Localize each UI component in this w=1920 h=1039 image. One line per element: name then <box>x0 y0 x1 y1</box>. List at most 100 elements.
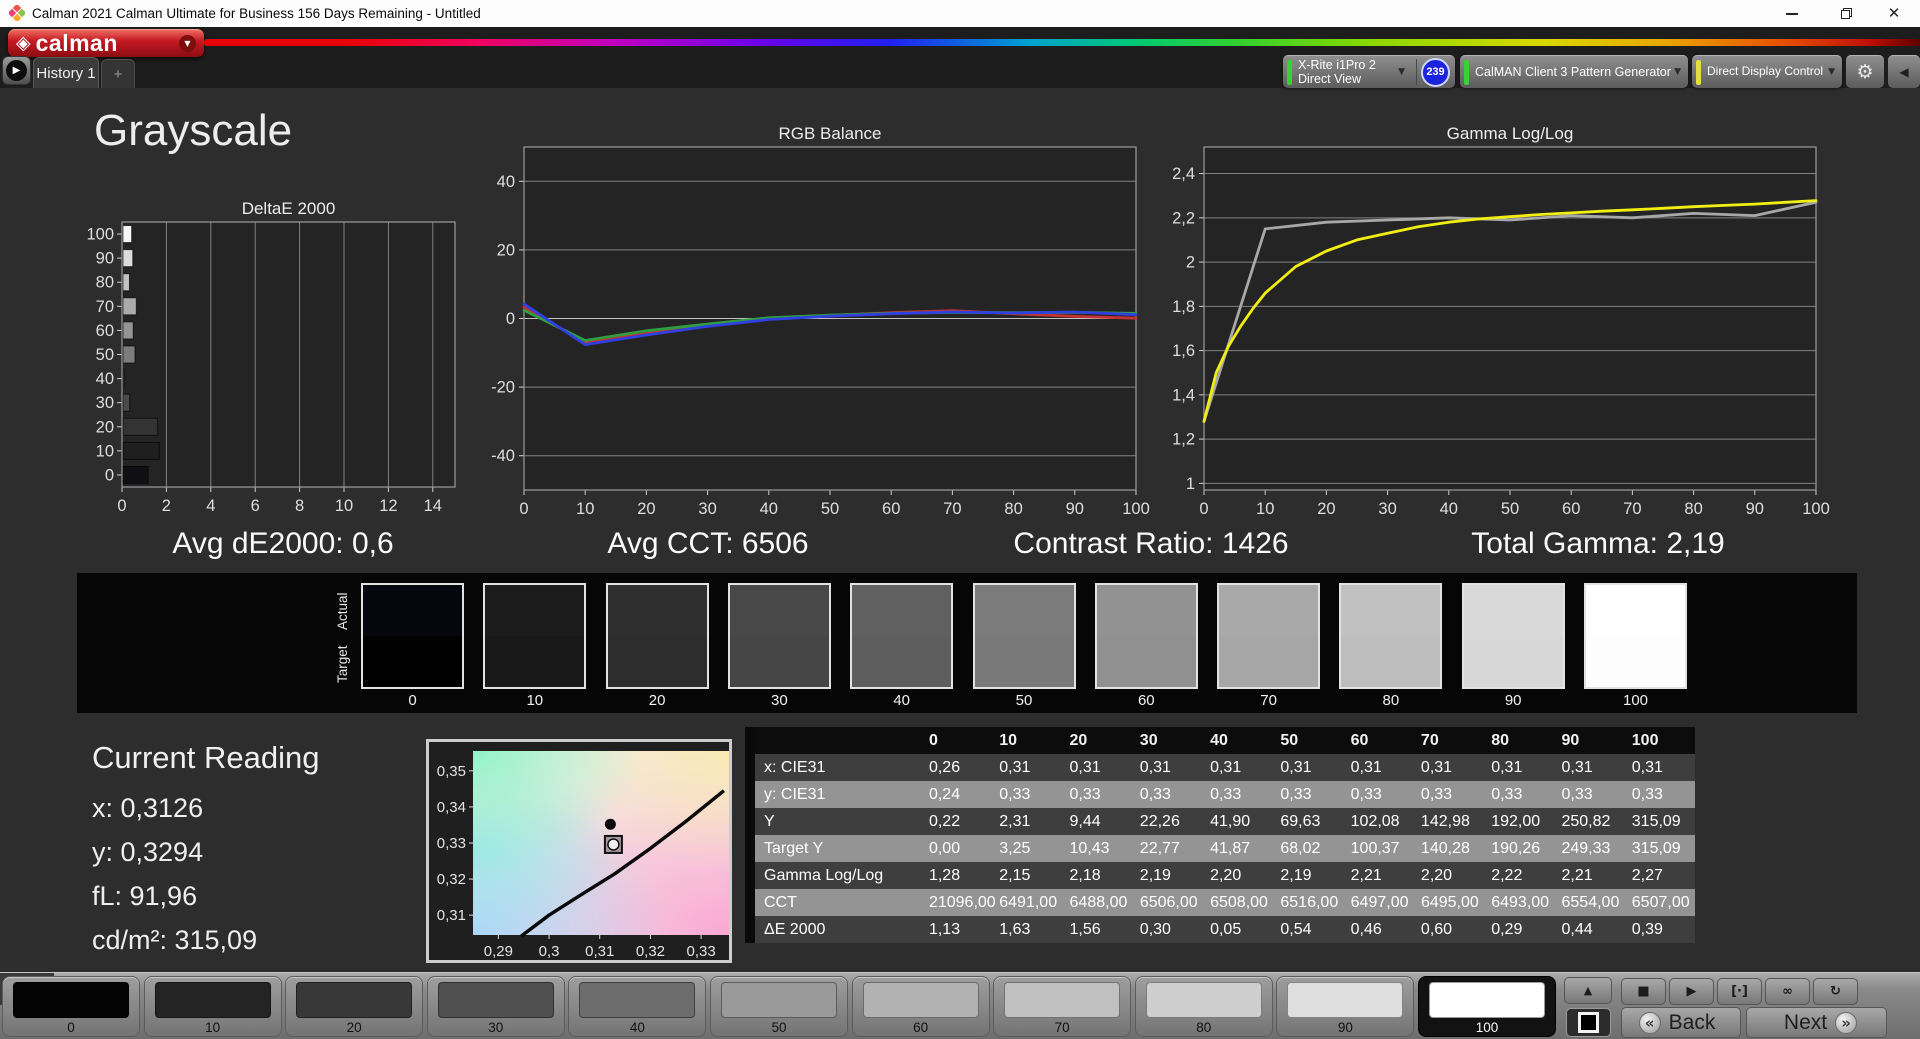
pattern-level-button-70[interactable]: 70 <box>993 976 1132 1037</box>
svg-text:0,31: 0,31 <box>437 907 466 924</box>
svg-text:0,29: 0,29 <box>484 943 513 960</box>
refresh-button[interactable]: ↻ <box>1813 978 1858 1005</box>
pattern-level-button-30[interactable]: 30 <box>426 976 565 1037</box>
pattern-level-button-40[interactable]: 40 <box>568 976 707 1037</box>
svg-text:40: 40 <box>760 500 778 518</box>
table-cell: 0,31 <box>1561 759 1593 776</box>
ramp-level-label: 90 <box>1504 692 1522 709</box>
stat-avg-de2000: Avg dE2000: 0,6 <box>172 527 394 560</box>
ramp-target-label: Target <box>335 645 350 683</box>
ramp-target-swatch <box>1219 636 1319 687</box>
table-row: Gamma Log/Log 1,28 2,15 2,18 2,19 2,20 2,19 2,2… <box>755 862 1695 889</box>
next-button[interactable]: Next » <box>1746 1007 1887 1038</box>
pattern-level-button-10[interactable]: 10 <box>143 976 282 1037</box>
table-cell: 140,28 <box>1420 840 1470 857</box>
svg-text:2: 2 <box>1186 254 1195 272</box>
pattern-up-button[interactable]: ▲ <box>1564 977 1612 1004</box>
close-button[interactable]: ✕ <box>1868 0 1920 27</box>
meter-mode: Direct View <box>1298 72 1361 86</box>
table-row: ΔE 2000 1,13 1,63 1,56 0,30 0,05 0,54 0,46 0,60 0… <box>755 916 1695 943</box>
table-cell: 0,31 <box>1210 759 1242 776</box>
pattern-generator-dropdown[interactable]: CalMAN Client 3 Pattern Generator ▼ <box>1460 55 1688 88</box>
table-cell: 22,26 <box>1139 813 1180 830</box>
pattern-level-swatch <box>579 982 696 1018</box>
svg-text:40: 40 <box>1440 500 1458 518</box>
pattern-level-button-100[interactable]: 100 <box>1418 976 1556 1037</box>
svg-text:10: 10 <box>335 497 353 515</box>
display-control-dropdown[interactable]: Direct Display Control ▼ <box>1692 55 1842 88</box>
stop-button[interactable]: ■ <box>1621 978 1666 1005</box>
add-tab-button[interactable]: + <box>101 59 135 88</box>
table-cell: 0,33 <box>1280 786 1312 803</box>
svg-text:1,2: 1,2 <box>1172 431 1195 449</box>
svg-text:90: 90 <box>1746 500 1764 518</box>
restore-button[interactable] <box>1820 0 1872 27</box>
chevron-down-icon: ▼ <box>1674 67 1681 77</box>
table-cell: 6554,00 <box>1561 894 1620 911</box>
deltae-bar-90 <box>122 249 134 268</box>
table-cell: 6491,00 <box>999 894 1058 911</box>
back-button[interactable]: « Back <box>1621 1007 1741 1038</box>
pattern-level-button-80[interactable]: 80 <box>1134 976 1273 1037</box>
table-cell: 2,21 <box>1561 867 1593 884</box>
svg-text:Gamma Log/Log: Gamma Log/Log <box>1447 124 1574 143</box>
collapse-toolbar-button[interactable]: ◀ <box>1888 55 1920 88</box>
table-cell: 0,24 <box>928 786 961 803</box>
table-column-header: 60 <box>1350 732 1369 749</box>
svg-text:1,8: 1,8 <box>1172 298 1195 316</box>
ramp-target-swatch <box>485 636 585 687</box>
play-icon: ▶ <box>6 60 27 81</box>
pattern-level-label: 60 <box>913 1020 929 1035</box>
chevron-left-icon: ◀ <box>1899 65 1909 79</box>
pattern-window-button[interactable] <box>1566 1008 1611 1037</box>
stat-total-gamma: Total Gamma: 2,19 <box>1471 527 1725 560</box>
meter-name: X-Rite i1Pro 2 <box>1298 57 1376 72</box>
play-button[interactable]: ▶ <box>1669 978 1714 1005</box>
history-panel-toggle-button[interactable]: ▶ <box>2 56 31 85</box>
pattern-level-button-0[interactable]: 0 <box>2 976 140 1037</box>
ramp-level-label: 50 <box>1015 692 1033 709</box>
settings-button[interactable]: ⚙ <box>1846 55 1884 88</box>
pattern-level-button-50[interactable]: 50 <box>710 976 848 1037</box>
table-cell: 6508,00 <box>1210 894 1268 911</box>
minimize-button[interactable] <box>1766 0 1818 27</box>
pattern-level-swatch <box>437 982 554 1018</box>
svg-text:1,4: 1,4 <box>1172 386 1195 404</box>
svg-text:0: 0 <box>105 466 114 484</box>
deltae-bar-80 <box>122 273 130 292</box>
calman-menu-button[interactable]: ◈ calman ▼ <box>8 29 204 57</box>
table-cell: 1,56 <box>1069 921 1101 938</box>
table-cell: 0,05 <box>1210 921 1242 938</box>
svg-text:20: 20 <box>637 500 655 518</box>
table-cell: 2,19 <box>1139 867 1171 884</box>
table-cell: 190,26 <box>1491 840 1541 857</box>
table-cell: 102,08 <box>1350 813 1400 830</box>
table-cell: 2,15 <box>999 867 1031 884</box>
svg-text:50: 50 <box>96 346 114 364</box>
table-column-header: 30 <box>1139 732 1158 749</box>
tab-history-1[interactable]: History 1 <box>33 57 99 88</box>
svg-text:RGB Balance: RGB Balance <box>779 124 882 143</box>
ramp-level-label: 70 <box>1260 692 1277 709</box>
window-title: Calman 2021 Calman Ultimate for Business… <box>32 6 481 21</box>
table-row-label: y: CIE31 <box>764 786 826 803</box>
svg-text:4: 4 <box>206 497 215 515</box>
meter-dropdown[interactable]: X-Rite i1Pro 2 Direct View ▼ 239 <box>1283 55 1455 88</box>
table-column-header: 40 <box>1210 732 1228 749</box>
pattern-level-label: 100 <box>1475 1020 1499 1035</box>
table-cell: 6488,00 <box>1069 894 1128 911</box>
measure-options-button[interactable]: [·] <box>1717 978 1762 1005</box>
ramp-actual-swatch <box>1463 585 1563 636</box>
deltae-bar-20 <box>122 417 159 436</box>
pattern-level-label: 20 <box>346 1020 362 1035</box>
pattern-level-button-20[interactable]: 20 <box>285 976 424 1037</box>
ramp-swatch-60 <box>1094 583 1198 689</box>
pattern-level-button-90[interactable]: 90 <box>1276 976 1415 1037</box>
pattern-level-button-60[interactable]: 60 <box>851 976 990 1037</box>
svg-text:50: 50 <box>821 500 839 518</box>
continuous-button[interactable]: ∞ <box>1765 978 1810 1005</box>
table-cell: 22,77 <box>1139 840 1180 857</box>
table-cell: 6493,00 <box>1491 894 1550 911</box>
next-label: Next <box>1783 1010 1828 1034</box>
pattern-level-label: 70 <box>1054 1020 1070 1035</box>
